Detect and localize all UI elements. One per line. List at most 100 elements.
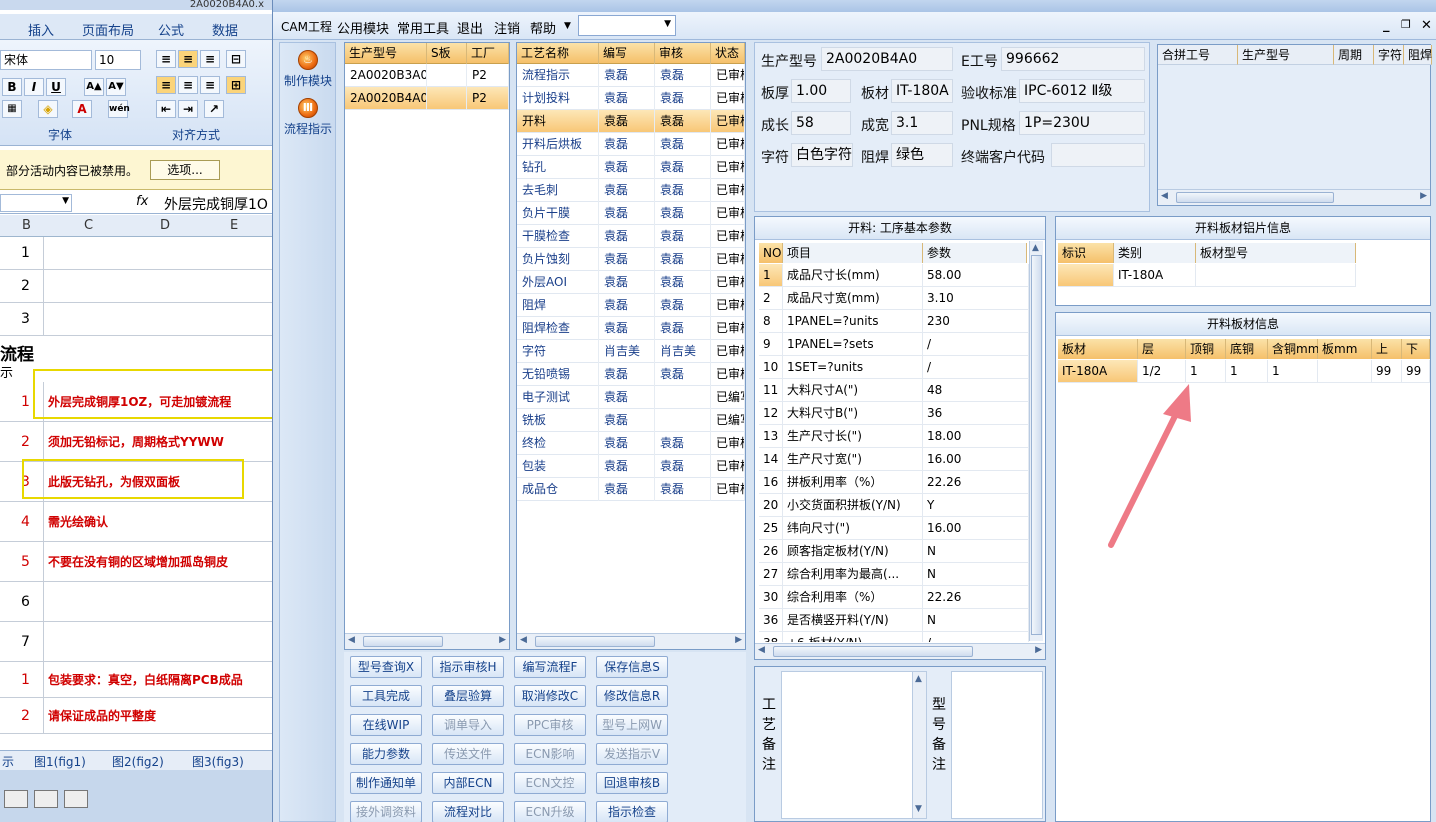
param-item[interactable]: 生产尺寸长("): [783, 425, 923, 448]
model-note-input[interactable]: [951, 671, 1043, 819]
sheet-row[interactable]: 4 需光绘确认: [0, 502, 272, 542]
cell-text[interactable]: 不要在没有铜的区域增加孤岛铜皮: [48, 542, 228, 581]
tab-insert[interactable]: 插入: [28, 20, 54, 39]
standard-field[interactable]: IPC-6012 Ⅱ级: [1019, 79, 1145, 103]
param-no[interactable]: 2: [759, 287, 783, 310]
param-value[interactable]: N: [923, 609, 1029, 632]
scroll-down-icon[interactable]: ▼: [915, 804, 922, 814]
sheet-tab[interactable]: 示: [2, 753, 14, 770]
param-value[interactable]: 16.00: [923, 448, 1029, 471]
cell-text[interactable]: 请保证成品的平整度: [48, 698, 156, 733]
process-row[interactable]: 终检袁磊袁磊已审核: [517, 432, 745, 455]
col-header[interactable]: B: [22, 218, 31, 233]
param-item[interactable]: 综合利用率为最高(...: [783, 563, 923, 586]
col-mask[interactable]: 阻焊: [1404, 45, 1432, 65]
param-no[interactable]: 20: [759, 494, 783, 517]
param-value[interactable]: 230: [923, 310, 1029, 333]
cell-board-board[interactable]: [1318, 360, 1372, 383]
align-left-icon[interactable]: ≡: [156, 76, 176, 94]
sheet-tab[interactable]: 图2(fig2): [112, 753, 164, 770]
sheet-tab[interactable]: 图3(fig3): [192, 753, 244, 770]
width-field[interactable]: 3.1: [891, 111, 953, 135]
process-row[interactable]: 负片干膜袁磊袁磊已审核: [517, 202, 745, 225]
scroll-thumb[interactable]: [363, 636, 443, 647]
param-item[interactable]: 纬向尺寸("): [783, 517, 923, 540]
phonetic-icon[interactable]: wén: [108, 100, 130, 118]
col-header[interactable]: E: [230, 218, 238, 233]
model-field[interactable]: 2A0020B4A0: [821, 47, 953, 71]
col-board-bottom[interactable]: 底铜: [1226, 339, 1268, 359]
font-color-icon[interactable]: A: [72, 100, 92, 118]
process-row[interactable]: 铣板袁磊 已编写: [517, 409, 745, 432]
param-value[interactable]: /: [923, 333, 1029, 356]
vertical-scrollbar[interactable]: ▲ ▼: [912, 672, 926, 818]
scroll-thumb[interactable]: [773, 646, 973, 657]
scroll-right-icon[interactable]: ▶: [735, 635, 742, 645]
process-row[interactable]: 电子测试袁磊 已编写: [517, 386, 745, 409]
param-item[interactable]: 1SET=?units: [783, 356, 923, 379]
align-right-icon[interactable]: ≡: [200, 76, 220, 94]
process-row[interactable]: 负片蚀刻袁磊袁磊已审核: [517, 248, 745, 271]
col-item[interactable]: 项目: [783, 243, 923, 263]
col-header[interactable]: D: [160, 218, 170, 233]
col-author[interactable]: 编写: [599, 43, 655, 64]
menu-cam[interactable]: CAM工程: [281, 18, 332, 35]
param-value[interactable]: 58.00: [923, 264, 1029, 287]
action-button[interactable]: 调单导入: [432, 714, 504, 736]
orientation-icon[interactable]: ↗: [204, 100, 224, 118]
col-combine-no[interactable]: 合拼工号: [1158, 45, 1238, 65]
action-button[interactable]: 型号上网W: [596, 714, 668, 736]
sheet-row[interactable]: 2: [0, 270, 272, 303]
process-row[interactable]: 字符肖吉美肖吉美已审核: [517, 340, 745, 363]
toolbar-dropdown[interactable]: ▼: [578, 15, 676, 36]
cell-board-up[interactable]: 99: [1372, 360, 1402, 383]
font-size-select[interactable]: 10: [95, 50, 141, 70]
param-value[interactable]: 18.00: [923, 425, 1029, 448]
pnl-field[interactable]: 1P=230U: [1019, 111, 1145, 135]
scroll-up-icon[interactable]: ▲: [1032, 243, 1039, 253]
process-row[interactable]: 阻焊检查袁磊袁磊已审核: [517, 317, 745, 340]
action-button[interactable]: ECN升级: [514, 801, 586, 822]
col-sheet-model[interactable]: 板材型号: [1196, 243, 1356, 263]
scroll-right-icon[interactable]: ▶: [499, 635, 506, 645]
param-value[interactable]: /: [923, 632, 1029, 642]
wrap-text-icon[interactable]: ⊟: [226, 50, 246, 68]
scroll-left-icon[interactable]: ◀: [520, 635, 527, 645]
param-value[interactable]: 22.26: [923, 471, 1029, 494]
param-item[interactable]: 成品尺寸长(mm): [783, 264, 923, 287]
menu-common-module[interactable]: 公用模块: [337, 18, 389, 37]
param-item[interactable]: 顾客指定板材(Y/N): [783, 540, 923, 563]
process-row[interactable]: 开料袁磊袁磊已审核: [517, 110, 745, 133]
param-no[interactable]: 11: [759, 379, 783, 402]
col-board-cu[interactable]: 含铜mm: [1268, 339, 1319, 359]
eno-field[interactable]: 996662: [1001, 47, 1145, 71]
param-no[interactable]: 36: [759, 609, 783, 632]
name-box[interactable]: ▼: [0, 194, 72, 212]
col-board-material[interactable]: 板材: [1058, 339, 1138, 359]
param-value[interactable]: N: [923, 540, 1029, 563]
process-row[interactable]: 阻焊袁磊袁磊已审核: [517, 294, 745, 317]
material-field[interactable]: IT-180A: [891, 79, 953, 103]
action-button[interactable]: 制作通知单: [350, 772, 422, 794]
cell-type[interactable]: IT-180A: [1114, 264, 1196, 287]
param-no[interactable]: 25: [759, 517, 783, 540]
col-board-down[interactable]: 下: [1402, 339, 1430, 359]
param-value[interactable]: /: [923, 356, 1029, 379]
action-button[interactable]: 指示检查: [596, 801, 668, 822]
param-item[interactable]: 拼板利用率（%）: [783, 471, 923, 494]
increase-indent-icon[interactable]: ⇥: [178, 100, 198, 118]
horizontal-scrollbar[interactable]: ◀ ▶: [517, 633, 745, 649]
bold-button[interactable]: B: [2, 78, 22, 96]
cell-board-down[interactable]: 99: [1402, 360, 1430, 383]
mask-field[interactable]: 绿色: [891, 143, 953, 167]
normal-view-icon[interactable]: [4, 790, 28, 808]
process-row[interactable]: 钻孔袁磊袁磊已审核: [517, 156, 745, 179]
param-item[interactable]: +6 板材(Y/N): [783, 632, 923, 642]
param-value[interactable]: 48: [923, 379, 1029, 402]
scroll-thumb[interactable]: [1031, 255, 1042, 635]
action-button[interactable]: 取消修改C: [514, 685, 586, 707]
param-value[interactable]: Y: [923, 494, 1029, 517]
process-row[interactable]: 包装袁磊袁磊已审核: [517, 455, 745, 478]
process-row[interactable]: 成品仓袁磊袁磊已审核: [517, 478, 745, 501]
col-combine-model[interactable]: 生产型号: [1238, 45, 1334, 65]
